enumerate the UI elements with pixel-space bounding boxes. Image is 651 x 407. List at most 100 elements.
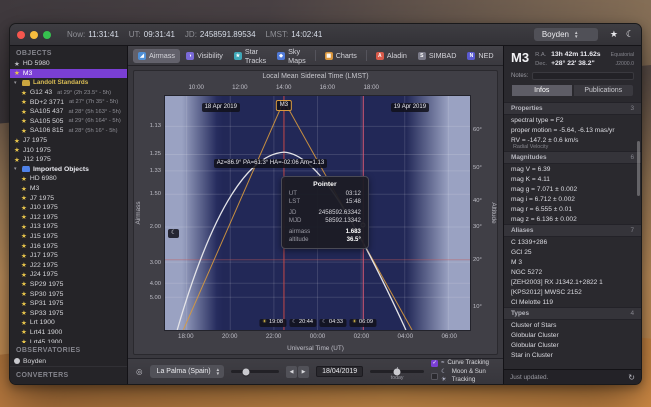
object-row[interactable]: ▾ J12 1975 [10,213,127,223]
object-label: Lrt41 1900 [30,329,63,336]
view-tab[interactable]: ◢ Airmass [133,49,180,63]
detail-row[interactable]: GCl 25 [504,247,641,257]
converters-header[interactable]: CONVERTERS [10,366,127,384]
object-row[interactable]: ▾ Landolt Standards [10,78,127,88]
object-row[interactable]: ▾ J13 1975 [10,222,127,232]
detail-row[interactable]: spectral type = F2 [504,115,641,125]
detail-row[interactable]: NGC 5272 [504,267,641,277]
object-label: J22 1975 [30,262,58,269]
object-row[interactable]: ▾ Imported Objects [10,165,127,175]
object-row[interactable]: ▾ J10 1975 [10,203,127,213]
object-row[interactable]: ▾ HD 5980 [10,59,127,69]
view-tab[interactable]: ★ Star Tracks [229,49,271,63]
object-label: M3 [30,185,39,192]
next-day-button[interactable]: ▶ [298,366,309,378]
detail-row[interactable]: RV = -147.2 ± 0.6 km/s Radial Velocity [504,135,641,151]
object-row[interactable]: ▾ SA105 437 at 28° (5h 163° - 5h) [10,107,127,117]
disclosure-icon[interactable]: ▾ [14,166,19,172]
detail-row[interactable]: Cl Melotte 119 [504,297,641,307]
checkbox-checked[interactable]: ✓ [431,360,438,367]
location-select[interactable]: La Palma (Spain) ▲▼ [150,365,225,378]
detail-row[interactable]: C 1339+286 [504,237,641,247]
object-icon [21,242,27,250]
scrollbar[interactable] [637,141,640,196]
object-row[interactable]: ▾ Lrt41 1900 [10,328,127,338]
view-tab[interactable]: N NED [462,49,498,63]
view-tab[interactable]: ▦ Charts [320,49,362,63]
object-row[interactable]: ▾ J24 1975 [10,270,127,280]
object-row[interactable]: ▾ J15 1975 [10,232,127,242]
observatory-row[interactable]: Boyden [10,356,127,366]
object-row[interactable]: ▾ SA106 815 at 28° (5h 16° - 5h) [10,126,127,136]
object-row[interactable]: ▾ J16 1975 [10,241,127,251]
section-header[interactable]: Properties 3 [504,102,641,115]
axis-tick: 1.25 [150,151,161,157]
airmass-plot[interactable]: 18 Apr 2019 19 Apr 2019 M3 Az=86.9° PA=6… [164,95,471,331]
object-row[interactable]: ▾ J22 1975 [10,260,127,270]
detail-row[interactable]: Globular Cluster [504,330,641,340]
view-tab[interactable]: ◑ Visibility [181,49,228,63]
object-row[interactable]: ▾ J12 1975 [10,155,127,165]
object-row[interactable]: ▾ BD+2 3771 at 27° (7h 35° - 5h) [10,97,127,107]
date-field[interactable]: 18/04/2019 [316,366,363,377]
details-tab[interactable]: Publications [573,84,635,97]
night-mode-moon-icon[interactable]: ☾ [626,29,634,40]
close-button[interactable] [17,31,25,39]
object-row[interactable]: ▾ HD 6980 [10,174,127,184]
epoch-tag: J2000.0 [616,60,634,69]
checkbox-unchecked[interactable] [431,373,438,380]
detail-row[interactable]: [ZEH2003] RX J1342.1+2822 1 [504,277,641,287]
object-row[interactable]: ▾ G12 43 at 29° (2h 23.5° - 5h) [10,88,127,98]
object-row[interactable]: ▾ SA105 505 at 29° (6h 164° - 5h) [10,117,127,127]
detail-row[interactable]: Star in Cluster [504,350,641,360]
object-icon [22,167,30,172]
object-row[interactable]: ▾ SP33 1975 [10,308,127,318]
object-row[interactable]: ▾ SP31 1975 [10,299,127,309]
detail-row[interactable]: mag K = 4.11 [504,174,641,184]
disclosure-icon[interactable]: ▾ [14,80,19,86]
view-tab[interactable]: A Aladin [371,49,412,63]
curve-tracking-checkbox[interactable]: ✓ ≈ Curve Tracking [431,359,495,367]
horizon-slider[interactable] [231,370,279,373]
date-offset-slider[interactable]: today [370,370,424,373]
view-tab[interactable]: S SIMBAD [413,49,462,63]
object-row[interactable]: ▾ J17 1975 [10,251,127,261]
object-label: J10 1975 [23,147,51,154]
object-row[interactable]: ▾ SP29 1975 [10,280,127,290]
sun-moon-icon: ☾ [322,319,327,327]
previous-day-button[interactable]: ◀ [286,366,297,378]
detail-row[interactable]: mag g = 7.071 ± 0.002 [504,184,641,194]
details-sections: Properties 3 spectral type = F2 [504,102,641,369]
slider-thumb[interactable] [243,368,250,375]
section-header[interactable]: Types 4 [504,307,641,320]
object-row[interactable]: ▾ J7 1975 [10,193,127,203]
axis-tick: 1.33 [150,168,161,174]
object-row[interactable]: ▾ J7 1975 [10,136,127,146]
refresh-icon[interactable]: ↻ [628,373,635,382]
object-row[interactable]: ▾ M3 [10,69,127,79]
notes-field[interactable] [532,72,634,80]
minimize-button[interactable] [30,31,38,39]
detail-row[interactable]: [KPS2012] MWSC 2152 [504,287,641,297]
detail-row[interactable]: mag i = 6.712 ± 0.002 [504,194,641,204]
view-tab[interactable]: ◆ Sky Maps [272,49,311,63]
zoom-button[interactable] [43,31,51,39]
section-header[interactable]: Aliases 7 [504,224,641,237]
detail-row[interactable]: M 3 [504,257,641,267]
detail-row[interactable]: mag r = 6.555 ± 0.01 [504,204,641,214]
object-row[interactable]: ▾ Lrt 1900 [10,318,127,328]
object-row[interactable]: ▾ SP30 1975 [10,289,127,299]
detail-row[interactable]: mag z = 6.136 ± 0.002 [504,214,641,224]
object-row[interactable]: ▾ J10 1975 [10,145,127,155]
detail-row[interactable]: Cluster of Stars [504,320,641,330]
favorite-star-icon[interactable]: ★ [610,29,618,40]
slider-thumb[interactable] [394,368,401,375]
object-row[interactable]: ▾ M3 [10,184,127,194]
detail-row[interactable]: mag V = 6.39 [504,164,641,174]
details-tab[interactable]: Infos [511,84,573,97]
moon-sun-tracking-checkbox[interactable]: ☾☀ Moon & Sun Tracking [431,368,495,384]
detail-row[interactable]: proper motion = -5.64, -6.13 mas/yr [504,125,641,135]
observatory-select[interactable]: Boyden ▲▼ [534,28,598,41]
section-header[interactable]: Magnitudes 6 [504,151,641,164]
detail-row[interactable]: Globular Cluster [504,340,641,350]
